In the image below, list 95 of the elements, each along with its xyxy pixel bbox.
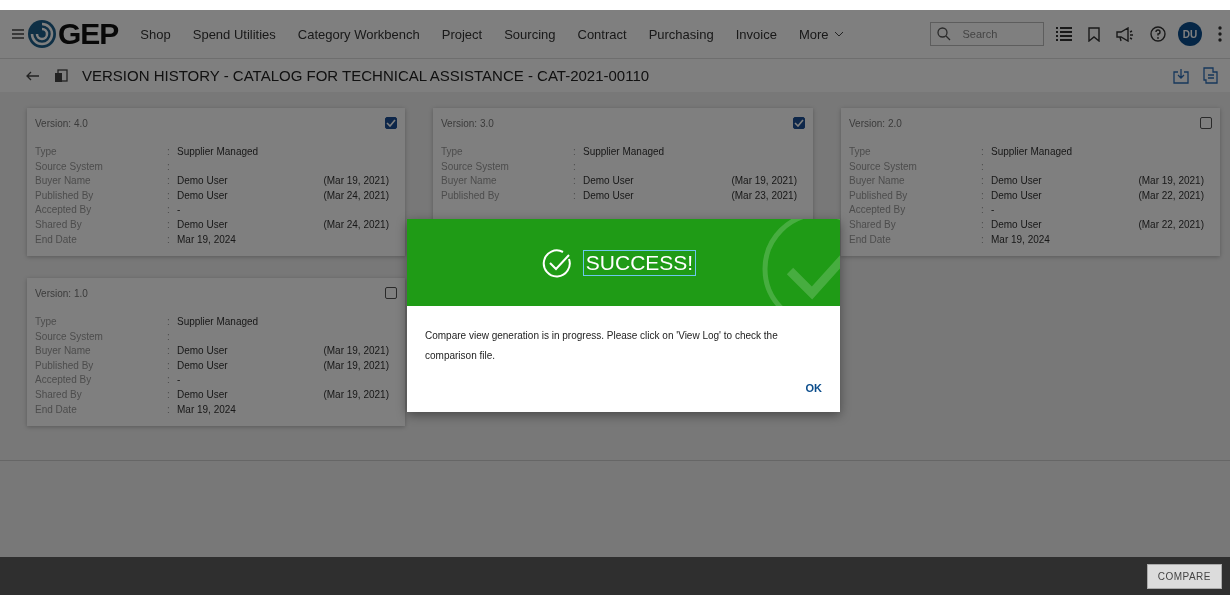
separator: : [167, 374, 170, 386]
separator: : [167, 403, 170, 415]
checkbox[interactable] [793, 117, 805, 129]
nav-link[interactable]: Project [441, 26, 483, 42]
search-field[interactable]: Search [929, 22, 1044, 46]
check-circle-icon [540, 246, 573, 279]
menu-icon[interactable] [12, 29, 24, 39]
field-value: Demo User [177, 345, 228, 357]
more-menu[interactable]: More [798, 26, 844, 42]
nav-link[interactable]: Category Workbench [297, 26, 420, 42]
field-value: - [177, 204, 181, 216]
checkbox[interactable] [1200, 117, 1212, 129]
separator: : [167, 160, 170, 172]
field-value: Supplier Managed [991, 146, 1073, 157]
field-value: Demo User [991, 175, 1042, 187]
page-title: VERSION HISTORY - CATALOG FOR TECHNICAL ASSISTANCE - CAT-2021-00110 [82, 67, 650, 84]
field-value: Supplier Managed [177, 316, 259, 327]
separator: : [167, 359, 170, 371]
field-value: Demo User [583, 175, 634, 187]
separator: : [167, 316, 170, 327]
nav-link[interactable]: Sourcing [504, 26, 556, 42]
megaphone-icon[interactable] [1116, 26, 1134, 42]
back-arrow-icon[interactable] [26, 70, 40, 81]
version-label: Version: 2.0 [849, 117, 902, 129]
user-avatar[interactable]: DU [1178, 22, 1202, 46]
date-text: (Mar 19, 2021) [1138, 174, 1204, 189]
separator: : [981, 204, 984, 216]
separator: : [167, 175, 170, 187]
download-icon[interactable] [1173, 67, 1189, 84]
document-icon [54, 68, 68, 83]
field-value: Mar 19, 2024 [991, 233, 1050, 245]
field-value: - [991, 204, 995, 216]
field-value: - [177, 374, 181, 386]
compare-button[interactable]: COMPARE [1146, 563, 1222, 589]
field-value: Demo User [177, 218, 228, 230]
list-icon[interactable] [1056, 27, 1072, 41]
separator: : [167, 330, 170, 342]
field-value: Demo User [991, 218, 1042, 230]
date-text: (Mar 23, 2021) [731, 188, 797, 203]
nav-link[interactable]: Spend Utilities [192, 26, 276, 42]
logo[interactable]: GEP [27, 17, 119, 51]
date-text: (Mar 22, 2021) [1138, 188, 1204, 203]
separator: : [167, 218, 170, 230]
version-label: Version: 1.0 [35, 287, 88, 299]
more-options-icon[interactable] [1218, 26, 1222, 42]
field-value: Supplier Managed [583, 146, 665, 157]
checkbox[interactable] [385, 287, 397, 299]
separator: : [981, 189, 984, 201]
chevron-down-icon [833, 31, 844, 37]
separator: : [167, 146, 170, 157]
separator: : [167, 388, 170, 400]
field-value: Demo User [991, 189, 1042, 201]
date-text: (Mar 19, 2021) [323, 358, 389, 373]
separator: : [167, 189, 170, 201]
separator: : [167, 233, 170, 245]
field-value: Mar 19, 2024 [177, 403, 236, 415]
ok-button[interactable]: OK [801, 378, 826, 398]
separator: : [167, 345, 170, 357]
version-label: Version: 4.0 [35, 117, 88, 129]
dialog-title: SUCCESS! [582, 249, 697, 276]
help-icon[interactable] [1150, 26, 1166, 42]
field-value: Demo User [177, 388, 228, 400]
field-value: Demo User [177, 359, 228, 371]
version-label: Version: 3.0 [441, 117, 494, 129]
date-text: (Mar 24, 2021) [323, 188, 389, 203]
separator: : [573, 146, 576, 157]
field-value: Demo User [177, 175, 228, 187]
nav-link[interactable]: Contract [577, 26, 627, 42]
nav-link[interactable]: Purchasing [648, 26, 714, 42]
field-value: Demo User [177, 189, 228, 201]
separator: : [981, 160, 984, 172]
separator: : [981, 175, 984, 187]
bookmark-icon[interactable] [1088, 26, 1100, 42]
field-value: Demo User [583, 189, 634, 201]
nav-link[interactable]: Invoice [735, 26, 777, 42]
nav-link[interactable]: Shop [140, 26, 171, 42]
separator: : [167, 204, 170, 216]
date-text: (Mar 19, 2021) [323, 387, 389, 402]
date-text: (Mar 19, 2021) [323, 344, 389, 359]
date-text: (Mar 19, 2021) [731, 174, 797, 189]
separator: : [981, 218, 984, 230]
separator: : [981, 233, 984, 245]
checkbox[interactable] [385, 117, 397, 129]
field-value: Supplier Managed [177, 146, 259, 157]
dialog-message: Compare view generation is in progress. Please click on 'View Log' to check the comparison file. [424, 329, 779, 363]
date-text: (Mar 19, 2021) [323, 174, 389, 189]
field-value: Mar 19, 2024 [177, 233, 236, 245]
document-icon[interactable] [1203, 67, 1218, 84]
separator: : [981, 146, 984, 157]
date-text: (Mar 24, 2021) [323, 217, 389, 232]
separator: : [573, 160, 576, 172]
separator: : [573, 175, 576, 187]
swirl-icon [27, 19, 57, 49]
date-text: (Mar 22, 2021) [1138, 217, 1204, 232]
separator: : [573, 189, 576, 201]
